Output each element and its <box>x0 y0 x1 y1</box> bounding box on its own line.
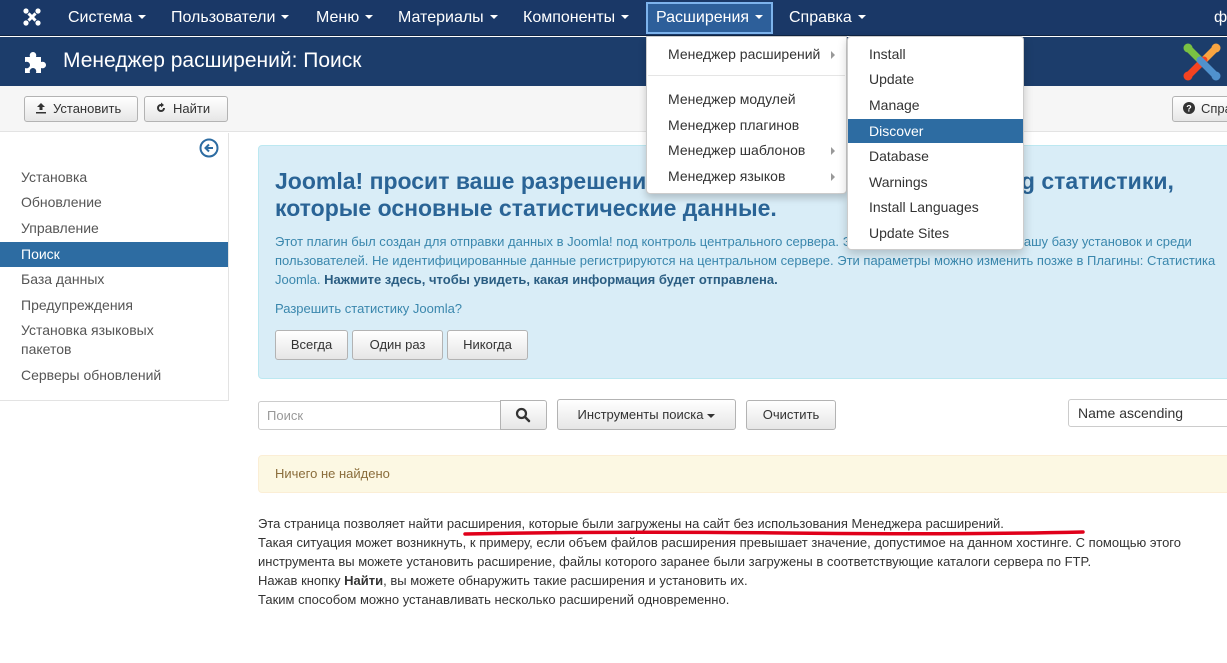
sidebar-item-manage[interactable]: Управление <box>0 219 228 238</box>
caret-down-icon <box>281 14 290 19</box>
caret-down-icon <box>755 14 764 19</box>
stats-always-button[interactable]: Всегда <box>275 330 348 360</box>
sidebar: Установка Обновление Управление Поиск Ба… <box>0 133 229 401</box>
nav-content-label: Материалы <box>398 9 484 26</box>
submenu-item-install-languages[interactable]: Install Languages <box>848 198 1023 216</box>
help-line-3: инструмента вы можете установить расшире… <box>258 554 1092 569</box>
title-bar: Менеджер расширений: Поиск <box>0 37 1227 86</box>
page-title: Менеджер расширений: Поиск <box>63 49 362 72</box>
stats-description: Этот плагин был создан для отправки данн… <box>275 232 1227 289</box>
menu-item-plugin-manager[interactable]: Менеджер плагинов <box>647 116 846 134</box>
help-button[interactable]: ? Справка <box>1172 96 1227 122</box>
search-input[interactable] <box>258 401 501 430</box>
stats-details-link[interactable]: Нажмите здесь, чтобы увидеть, какая инфо… <box>324 272 778 287</box>
sidebar-item-warnings[interactable]: Предупреждения <box>0 296 228 315</box>
puzzle-icon <box>25 52 46 73</box>
help-line-4: Нажав кнопку Найти, вы можете обнаружить… <box>258 571 1227 590</box>
nav-components-label: Компоненты <box>523 9 616 26</box>
help-line-4-post: , вы можете обнаружить такие расширения … <box>383 573 748 588</box>
upload-icon <box>36 103 46 114</box>
chevron-right-icon <box>831 173 835 181</box>
caret-down-icon <box>489 14 498 19</box>
nav-menus[interactable]: Меню <box>316 0 374 36</box>
caret-down-icon <box>365 14 374 19</box>
submenu-item-manage[interactable]: Manage <box>848 96 1023 114</box>
sort-select[interactable]: Name ascending <box>1068 399 1227 427</box>
search-tools-label: Инструменты поиска <box>577 407 704 422</box>
discover-button[interactable]: Найти <box>144 96 228 122</box>
submenu-item-update[interactable]: Update <box>848 70 1023 88</box>
user-menu[interactable]: ф <box>1214 0 1227 36</box>
sidebar-item-discover[interactable]: Поиск <box>0 242 228 267</box>
menu-divider <box>648 75 845 76</box>
joomla-icon[interactable] <box>22 7 42 27</box>
sidebar-item-update-sites[interactable]: Серверы обновлений <box>0 366 228 385</box>
nav-help-label: Справка <box>789 9 852 26</box>
sidebar-item-install[interactable]: Установка <box>0 168 228 187</box>
no-results-text: Ничего не найдено <box>275 466 390 481</box>
nav-components[interactable]: Компоненты <box>523 0 630 36</box>
search-tools-button[interactable]: Инструменты поиска <box>557 399 736 430</box>
menu-item-extension-manager[interactable]: Менеджер расширений <box>647 45 846 63</box>
nav-extensions-label: Расширения <box>656 9 750 26</box>
joomla-logo-icon <box>1183 43 1221 81</box>
nav-system[interactable]: Система <box>68 0 147 36</box>
svg-text:?: ? <box>1186 104 1192 114</box>
search-button[interactable] <box>500 400 547 430</box>
install-button[interactable]: Установить <box>24 96 138 122</box>
nav-menus-label: Меню <box>316 9 360 26</box>
stats-once-button[interactable]: Один раз <box>352 330 443 360</box>
stats-question: Разрешить статистику Joomla? <box>275 301 463 316</box>
sidebar-item-database[interactable]: База данных <box>0 270 228 289</box>
stats-never-button[interactable]: Никогда <box>447 330 528 360</box>
no-results-alert: Ничего не найдено <box>258 455 1227 493</box>
submenu-item-discover[interactable]: Discover <box>848 119 1023 143</box>
nav-content[interactable]: Материалы <box>398 0 498 36</box>
sidebar-item-install-languages[interactable]: Установка языковых пакетов <box>0 321 180 359</box>
menu-item-language-manager[interactable]: Менеджер языков <box>647 167 846 185</box>
arrow-left-circle-icon[interactable] <box>199 138 219 158</box>
refresh-icon <box>157 102 165 112</box>
red-underline-annotation <box>463 530 1085 536</box>
caret-down-icon <box>138 14 147 19</box>
submenu-item-install[interactable]: Install <box>848 45 1023 63</box>
chevron-right-icon <box>831 147 835 155</box>
submenu-item-database[interactable]: Database <box>848 147 1023 165</box>
menu-item-module-manager[interactable]: Менеджер модулей <box>647 90 846 108</box>
caret-down-icon <box>621 14 630 19</box>
nav-extensions[interactable]: Расширения <box>646 2 774 34</box>
caret-down-icon <box>707 413 716 418</box>
menu-item-template-manager[interactable]: Менеджер шаблонов <box>647 141 846 159</box>
submenu-item-warnings[interactable]: Warnings <box>848 173 1023 191</box>
help-line-4-pre: Нажав кнопку <box>258 573 345 588</box>
help-line-4-bold: Найти <box>344 573 384 588</box>
toolbar: Установить Найти ? Справка <box>0 86 1227 132</box>
nav-users-label: Пользователи <box>171 9 276 26</box>
nav-users[interactable]: Пользователи <box>171 0 290 36</box>
clear-button[interactable]: Очистить <box>746 400 836 430</box>
extensions-dropdown-menu: Менеджер расширений Менеджер модулей Мен… <box>646 36 847 194</box>
extension-manager-submenu: Install Update Manage Discover Database … <box>847 36 1024 250</box>
submenu-item-update-sites[interactable]: Update Sites <box>848 224 1023 242</box>
discover-button-label: Найти <box>173 101 211 116</box>
help-line-5: Таким способом можно устанавливать неско… <box>258 592 730 607</box>
top-navbar: Система Пользователи Меню Материалы Комп… <box>0 0 1227 36</box>
search-icon <box>515 407 531 423</box>
nav-system-label: Система <box>68 9 133 26</box>
caret-down-icon <box>857 14 866 19</box>
sidebar-item-update[interactable]: Обновление <box>0 193 228 212</box>
chevron-right-icon <box>831 51 835 59</box>
nav-help[interactable]: Справка <box>789 0 866 36</box>
question-icon: ? <box>1183 102 1195 114</box>
help-button-label: Справка <box>1201 101 1227 116</box>
install-button-label: Установить <box>53 101 122 116</box>
